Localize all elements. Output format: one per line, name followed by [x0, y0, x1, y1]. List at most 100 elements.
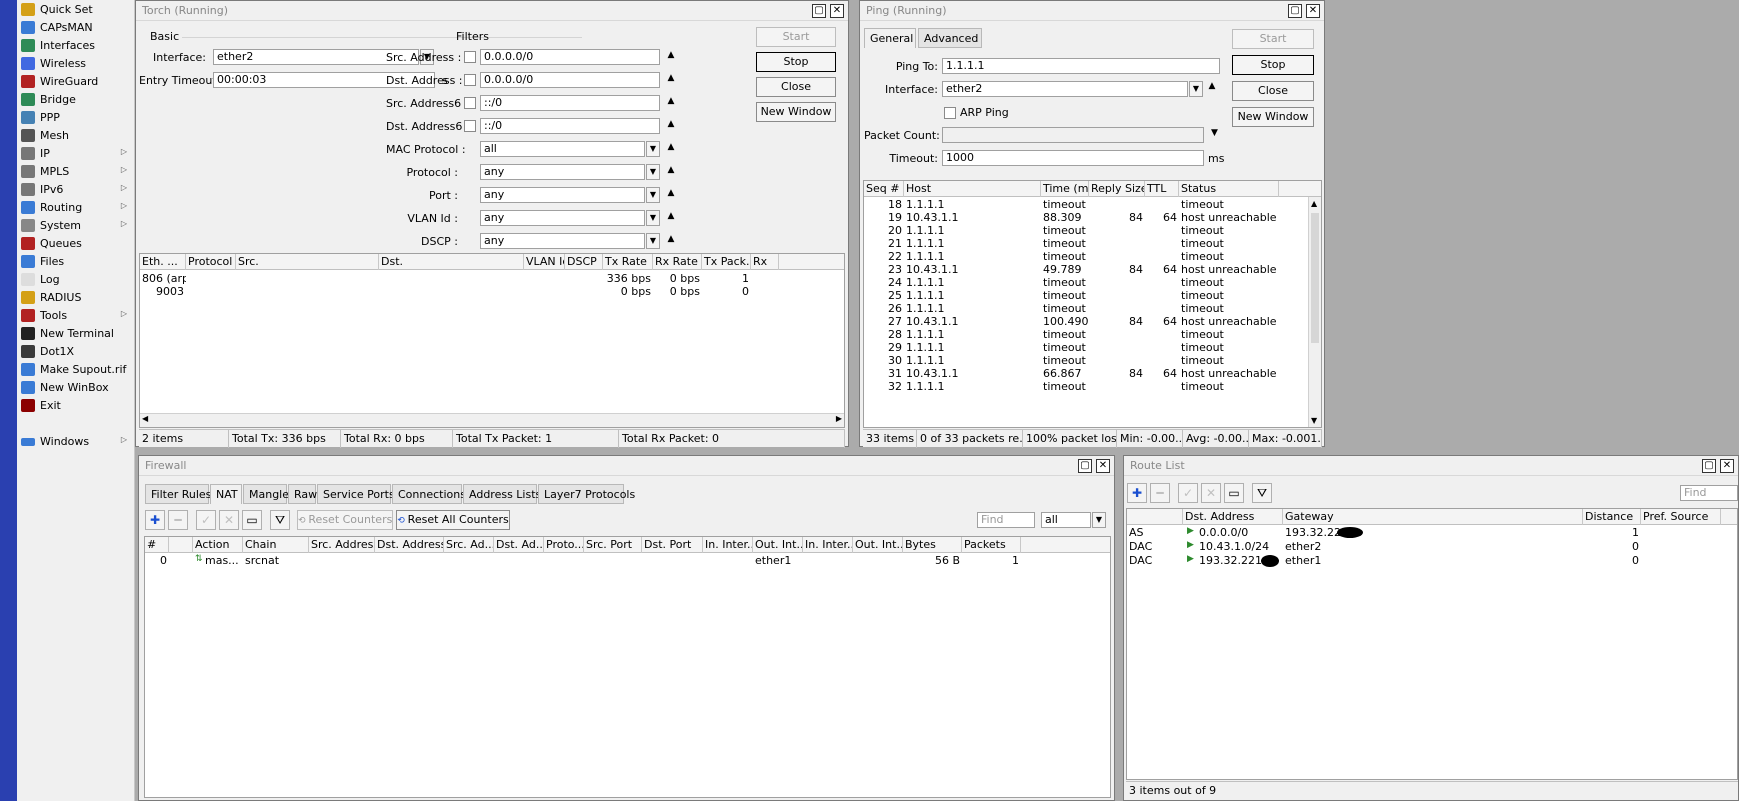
column-header[interactable]: Dst. — [379, 254, 524, 270]
sidebar-item-queues[interactable]: Queues — [17, 234, 135, 253]
column-header[interactable] — [169, 537, 193, 553]
table-row[interactable]: DAC 10.43.1.0/24 ether2 0 ▶ — [1127, 540, 1737, 554]
ping-new-window-button[interactable]: New Window — [1232, 107, 1314, 127]
sidebar-item-exit[interactable]: Exit — [17, 396, 135, 415]
maximize-icon[interactable]: ▢ — [1288, 4, 1302, 18]
column-header[interactable]: Pref. Source — [1641, 509, 1721, 525]
filter-icon[interactable]: ⛛ — [270, 510, 290, 530]
sidebar-item-ip[interactable]: IP ▷ — [17, 144, 135, 163]
tab-filter-rules[interactable]: Filter Rules — [145, 484, 211, 504]
column-header[interactable]: TTL — [1145, 181, 1179, 197]
chevron-up-icon[interactable]: ▲ — [665, 165, 677, 175]
column-header[interactable]: Protocol — [186, 254, 236, 270]
column-header[interactable]: Out. Int... — [853, 537, 903, 553]
table-row[interactable]: 24 1.1.1.1 timeout timeout — [864, 276, 1321, 289]
filter-value-input[interactable]: any — [480, 210, 645, 226]
column-header[interactable]: Time (ms) — [1041, 181, 1089, 197]
arp-ping-checkbox[interactable] — [944, 107, 956, 119]
column-header[interactable]: In. Inter... — [803, 537, 853, 553]
packet-count-input[interactable] — [942, 127, 1204, 143]
filter-value-input[interactable]: ::/0 — [480, 95, 660, 111]
tab-service-ports[interactable]: Service Ports — [317, 484, 395, 504]
column-header[interactable]: DSCP — [565, 254, 603, 270]
sidebar-item-supout[interactable]: Make Supout.rif — [17, 360, 135, 379]
table-row[interactable]: 27 10.43.1.1 100.490 84 64 host unreachable — [864, 315, 1321, 328]
column-header[interactable]: Reply Size — [1089, 181, 1145, 197]
column-header[interactable]: Status — [1179, 181, 1279, 197]
torch-start-button[interactable]: Start — [756, 27, 836, 47]
column-header[interactable]: Dst. Port — [642, 537, 703, 553]
table-row[interactable]: 25 1.1.1.1 timeout timeout — [864, 289, 1321, 302]
table-row[interactable]: DAC 193.32.221. ether1 0 ▶ — [1127, 554, 1737, 568]
sidebar-item-wireless[interactable]: Wireless — [17, 54, 135, 73]
chevron-down-icon[interactable]: ▼ — [1092, 512, 1106, 528]
chevron-up-icon[interactable]: ▲ — [665, 188, 677, 198]
filter-negate-checkbox[interactable] — [464, 97, 476, 109]
column-header[interactable]: Out. Int... — [753, 537, 803, 553]
chevron-down-icon[interactable]: ▼ — [1211, 128, 1218, 138]
firewall-find-input[interactable]: Find — [977, 512, 1035, 528]
table-row[interactable]: 0 mas... srcnat ether1 56 B 1 ⇅ — [145, 554, 1110, 567]
ping-interface-select[interactable]: ether2 — [942, 81, 1188, 97]
column-header[interactable]: In. Inter... — [703, 537, 753, 553]
torch-h-scrollbar[interactable]: ◀ ▶ — [140, 413, 844, 427]
column-header[interactable]: Seq # — [864, 181, 904, 197]
chevron-down-icon[interactable]: ▼ — [646, 187, 660, 203]
sidebar-item-wireguard[interactable]: WireGuard — [17, 72, 135, 91]
ping-stop-button[interactable]: Stop — [1232, 55, 1314, 75]
table-row[interactable]: 30 1.1.1.1 timeout timeout — [864, 354, 1321, 367]
table-row[interactable]: 28 1.1.1.1 timeout timeout — [864, 328, 1321, 341]
column-header[interactable] — [1127, 509, 1183, 525]
torch-new-window-button[interactable]: New Window — [756, 102, 836, 122]
enable-icon[interactable]: ✓ — [196, 510, 216, 530]
sidebar-item-log[interactable]: Log — [17, 270, 135, 289]
tab-layer7-protocols[interactable]: Layer7 Protocols — [538, 484, 635, 504]
remove-icon[interactable]: ━ — [168, 510, 188, 530]
sidebar-item-tools[interactable]: Tools ▷ — [17, 306, 135, 325]
chevron-up-icon[interactable]: ▲ — [665, 96, 677, 106]
filter-value-input[interactable]: all — [480, 141, 645, 157]
reset-all-counters-button[interactable]: ⟲ Reset All Counters — [396, 510, 510, 530]
close-icon[interactable]: ✕ — [830, 4, 844, 18]
table-row[interactable]: 9003 0 bps 0 bps 0 — [140, 285, 844, 298]
ping-v-scrollbar[interactable]: ▲ ▼ — [1308, 197, 1321, 427]
ping-close-button[interactable]: Close — [1232, 81, 1314, 101]
filter-value-input[interactable]: any — [480, 187, 645, 203]
torch-close-button[interactable]: Close — [756, 77, 836, 97]
column-header[interactable]: Src. Ad... — [444, 537, 494, 553]
sidebar-item-ipv6[interactable]: IPv6 ▷ — [17, 180, 135, 199]
close-icon[interactable]: ✕ — [1306, 4, 1320, 18]
column-header[interactable]: Dst. Address — [1183, 509, 1283, 525]
sidebar-item-quick-set[interactable]: Quick Set — [17, 0, 135, 19]
sidebar-item-files[interactable]: Files — [17, 252, 135, 271]
chevron-down-icon[interactable]: ▼ — [646, 210, 660, 226]
chevron-up-icon[interactable]: ▲ — [1206, 81, 1218, 91]
sidebar-item-system[interactable]: System ▷ — [17, 216, 135, 235]
sidebar-item-mesh[interactable]: Mesh — [17, 126, 135, 145]
route-find-input[interactable]: Find — [1680, 485, 1738, 501]
sidebar-item-windows[interactable]: Windows ▷ — [17, 432, 135, 451]
sidebar-item-mpls[interactable]: MPLS ▷ — [17, 162, 135, 181]
table-row[interactable]: 21 1.1.1.1 timeout timeout — [864, 237, 1321, 250]
table-row[interactable]: 20 1.1.1.1 timeout timeout — [864, 224, 1321, 237]
chevron-up-icon[interactable]: ▲ — [665, 73, 677, 83]
comment-icon[interactable]: ▭ — [242, 510, 262, 530]
tab-address-lists[interactable]: Address Lists — [463, 484, 541, 504]
table-row[interactable]: 32 1.1.1.1 timeout timeout — [864, 380, 1321, 393]
comment-icon[interactable]: ▭ — [1224, 483, 1244, 503]
table-row[interactable]: 31 10.43.1.1 66.867 84 64 host unreachable — [864, 367, 1321, 380]
sidebar-item-bridge[interactable]: Bridge — [17, 90, 135, 109]
column-header[interactable]: Gateway — [1283, 509, 1583, 525]
column-header[interactable]: # — [145, 537, 169, 553]
tab-connections[interactable]: Connections — [392, 484, 466, 504]
filter-negate-checkbox[interactable] — [464, 120, 476, 132]
disable-icon[interactable]: ✕ — [219, 510, 239, 530]
column-header[interactable]: Bytes — [903, 537, 962, 553]
chevron-down-icon[interactable]: ▼ — [646, 233, 660, 249]
chevron-up-icon[interactable]: ▲ — [665, 119, 677, 129]
close-icon[interactable]: ✕ — [1720, 459, 1734, 473]
chevron-up-icon[interactable]: ▲ — [665, 50, 677, 60]
table-row[interactable]: 26 1.1.1.1 timeout timeout — [864, 302, 1321, 315]
add-icon[interactable]: ✚ — [145, 510, 165, 530]
sidebar-item-radius[interactable]: RADIUS — [17, 288, 135, 307]
